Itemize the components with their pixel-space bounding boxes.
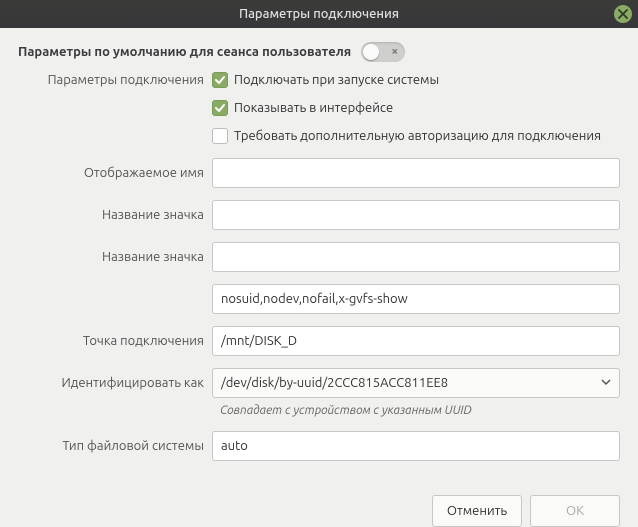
identify-as-hint: Совпадает с устройством с указанным UUID	[220, 404, 620, 417]
icon-name2-label: Название значка	[18, 250, 212, 264]
icon-name-input[interactable]	[212, 200, 620, 230]
switch-off-indicator: ×	[391, 44, 398, 60]
ok-button[interactable]: OK	[530, 495, 620, 527]
show-in-ui-label[interactable]: Показывать в интерфейсе	[234, 101, 393, 115]
display-name-input[interactable]	[212, 158, 620, 188]
icon-name-label: Название значка	[18, 208, 212, 222]
identify-as-value: /dev/disk/by-uuid/2CCC815ACC811EE8	[221, 376, 448, 390]
chevron-down-icon	[601, 376, 611, 390]
display-name-label: Отображаемое имя	[18, 166, 212, 180]
fs-type-input[interactable]	[212, 431, 620, 461]
close-icon	[618, 9, 628, 19]
button-bar: Отменить OK	[0, 485, 638, 527]
close-button[interactable]	[614, 5, 632, 23]
mount-at-startup-label[interactable]: Подключать при запуске системы	[234, 73, 439, 87]
fs-type-label: Тип файловой системы	[18, 439, 212, 453]
identify-as-combo[interactable]: /dev/disk/by-uuid/2CCC815ACC811EE8	[212, 368, 620, 398]
defaults-switch[interactable]: ×	[361, 42, 405, 62]
check-icon	[214, 74, 226, 86]
mount-point-label: Точка подключения	[18, 334, 212, 348]
mount-options-input[interactable]	[212, 284, 620, 314]
mount-point-input[interactable]	[212, 326, 620, 356]
require-auth-checkbox[interactable]	[212, 128, 228, 144]
icon-name2-input[interactable]	[212, 242, 620, 272]
mount-at-startup-checkbox[interactable]	[212, 72, 228, 88]
titlebar: Параметры подключения	[0, 0, 638, 28]
identify-as-label: Идентифицировать как	[18, 376, 212, 390]
defaults-label: Параметры по умолчанию для сеанса пользо…	[18, 45, 351, 59]
dialog-content: Параметры по умолчанию для сеанса пользо…	[0, 28, 638, 485]
connection-params-label: Параметры подключения	[18, 73, 212, 87]
show-in-ui-checkbox[interactable]	[212, 100, 228, 116]
check-icon	[214, 102, 226, 114]
window-title: Параметры подключения	[0, 7, 638, 21]
cancel-button[interactable]: Отменить	[432, 495, 522, 527]
switch-knob	[363, 44, 379, 60]
require-auth-label[interactable]: Требовать дополнительную авторизацию для…	[234, 129, 601, 143]
